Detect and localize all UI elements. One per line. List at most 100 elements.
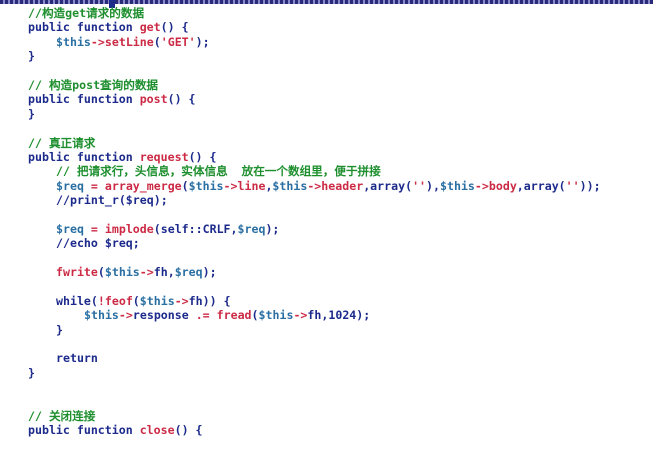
line-text: // 构造post查询的数据 — [28, 78, 158, 92]
code-line[interactable]: return — [0, 351, 601, 365]
code-line[interactable] — [0, 251, 601, 265]
code-line[interactable] — [0, 207, 601, 221]
code-token: // 把请求行，头信息，实体信息 放在一个数组里，便于拼接 — [56, 164, 381, 179]
line-text: // 把请求行，头信息，实体信息 放在一个数组里，便于拼接 — [28, 164, 381, 178]
code-token: $this — [440, 178, 475, 193]
code-token: ( — [251, 308, 259, 323]
code-line[interactable]: public function get() { — [0, 20, 601, 34]
code-line[interactable]: fwrite($this->fh,$req); — [0, 265, 601, 279]
code-token: ( — [132, 293, 140, 308]
code-line[interactable] — [0, 64, 601, 78]
code-line[interactable] — [0, 337, 601, 351]
code-line[interactable]: } — [0, 323, 601, 337]
line-gutter — [0, 78, 28, 92]
line-text: //echo $req; — [28, 236, 140, 250]
code-token: ), — [426, 178, 440, 193]
line-text: public function request() { — [28, 150, 216, 164]
line-gutter — [0, 351, 28, 365]
code-token: public function — [28, 20, 140, 35]
line-gutter — [0, 395, 28, 409]
line-text: } — [28, 49, 35, 63]
code-editor[interactable]: //构造get请求的数据 public function get() {$this… — [0, 0, 653, 454]
code-token: (self::CRLF, — [153, 221, 238, 236]
code-line[interactable]: $req = array_merge($this->line,$this->he… — [0, 179, 601, 193]
code-token: $req — [237, 221, 266, 236]
code-token: response — [132, 308, 189, 323]
code-token: public function — [28, 423, 140, 438]
code-token: $req — [56, 221, 84, 236]
code-line[interactable]: public function request() { — [0, 150, 601, 164]
line-gutter — [0, 92, 28, 106]
code-line[interactable]: } — [0, 107, 601, 121]
code-token: request — [139, 149, 189, 164]
code-line[interactable]: $req = implode(self::CRLF,$req); — [0, 222, 601, 236]
code-line[interactable]: while(!feof($this->fh)) { — [0, 294, 601, 308]
code-token: '' — [412, 178, 427, 193]
code-line[interactable]: $this->response .= fread($this->fh,1024)… — [0, 308, 601, 322]
code-line[interactable]: // 把请求行，头信息，实体信息 放在一个数组里，便于拼接 — [0, 164, 601, 178]
code-token: ( — [97, 265, 105, 280]
code-token: body — [488, 178, 517, 193]
code-token: public function — [28, 149, 140, 164]
code-token: 'GET' — [160, 34, 196, 49]
line-gutter — [0, 20, 28, 34]
line-gutter — [0, 35, 28, 49]
line-gutter — [0, 380, 28, 394]
code-line[interactable]: $this->setLine('GET'); — [0, 35, 601, 49]
code-line[interactable]: //print_r($req); — [0, 193, 601, 207]
code-token: ,array( — [363, 178, 413, 193]
code-token: post — [139, 92, 168, 107]
code-token: = — [83, 221, 105, 236]
code-token: $this — [104, 265, 140, 280]
code-token: // 构造post查询的数据 — [28, 77, 159, 92]
code-token: $req — [56, 178, 84, 193]
code-line[interactable]: // 真正请求 — [0, 136, 601, 150]
code-token: } — [56, 322, 63, 337]
code-token: $this — [84, 308, 119, 323]
line-text: } — [28, 107, 35, 121]
code-token: ); — [202, 265, 217, 280]
code-token: //echo $req; — [56, 236, 140, 251]
code-line[interactable] — [0, 121, 601, 135]
line-gutter — [0, 49, 28, 63]
code-token: fwrite — [56, 265, 98, 280]
code-line[interactable]: //构造get请求的数据 — [0, 6, 601, 20]
line-text: $req = implode(self::CRLF,$req); — [28, 222, 279, 236]
code-token: () { — [167, 92, 196, 107]
code-token: ,1024); — [321, 308, 371, 323]
code-token: = — [83, 178, 105, 193]
line-text: // 关闭连接 — [28, 409, 95, 423]
code-area[interactable]: //构造get请求的数据 public function get() {$this… — [0, 6, 601, 438]
code-line[interactable]: // 关闭连接 — [0, 409, 601, 423]
line-text: public function close() { — [28, 423, 203, 437]
line-text: public function post() { — [28, 92, 196, 106]
line-text: //print_r($req); — [28, 193, 168, 207]
line-gutter — [0, 323, 28, 337]
editor-top-border — [0, 0, 653, 4]
line-gutter — [0, 222, 28, 236]
code-token: $req — [174, 265, 203, 280]
code-token: fh — [188, 293, 203, 308]
code-line[interactable]: // 构造post查询的数据 — [0, 78, 601, 92]
code-token: line — [237, 178, 266, 193]
line-gutter — [0, 409, 28, 423]
code-token: -> — [223, 178, 238, 193]
code-token: // 真正请求 — [28, 135, 96, 150]
code-line[interactable]: public function close() { — [0, 423, 601, 437]
code-token: $this — [258, 308, 294, 323]
code-token: -> — [307, 178, 322, 193]
code-line[interactable] — [0, 279, 601, 293]
code-token: () { — [188, 149, 217, 164]
code-line[interactable] — [0, 380, 601, 394]
code-token: ( — [90, 293, 98, 308]
code-token: )); — [579, 178, 601, 193]
code-token: () { — [160, 20, 189, 35]
code-line[interactable]: //echo $req; — [0, 236, 601, 250]
code-token: ); — [265, 221, 280, 236]
code-line[interactable] — [0, 395, 601, 409]
code-token: implode — [104, 221, 154, 236]
code-line[interactable]: } — [0, 49, 601, 63]
code-line[interactable]: public function post() { — [0, 92, 601, 106]
code-line[interactable]: } — [0, 366, 601, 380]
code-token: ); — [195, 34, 210, 49]
